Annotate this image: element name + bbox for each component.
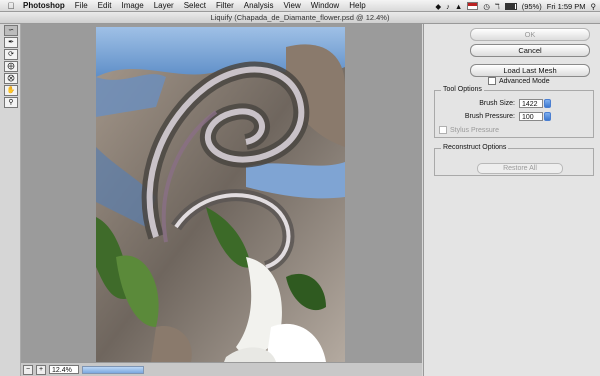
hand-tool-icon[interactable]: ✋ (4, 85, 18, 96)
brush-size-stepper-icon[interactable] (544, 99, 551, 108)
checkbox-box[interactable] (439, 126, 447, 134)
spotlight-icon[interactable]: ⚲ (591, 2, 597, 11)
brush-pressure-stepper-icon[interactable] (544, 112, 551, 121)
zoom-bar: − + 12.4% (21, 362, 422, 376)
flag-icon[interactable] (467, 2, 479, 10)
forward-warp-tool-icon[interactable]: ∽ (4, 25, 18, 36)
tool-column: ∽ ✒ ⟳ ⨁ ⨂ ✋ ⚲ (0, 24, 21, 376)
battery-icon[interactable] (504, 2, 517, 10)
menu-layer[interactable]: Layer (149, 0, 179, 12)
cancel-button[interactable]: Cancel (470, 44, 590, 57)
apple-menu-icon[interactable]:  (4, 1, 18, 11)
reconstruct-options-title: Reconstruct Options (441, 144, 509, 151)
liquify-options-panel: OK Cancel Load Last Mesh Advanced Mode T… (423, 24, 600, 376)
battery-percent: (95%) (521, 1, 542, 11)
brush-size-label: Brush Size: (479, 100, 515, 107)
zoom-tool-icon[interactable]: ⚲ (4, 97, 18, 108)
menu-file[interactable]: File (70, 0, 93, 12)
load-last-mesh-button[interactable]: Load Last Mesh (470, 64, 590, 77)
twirl-tool-icon[interactable]: ⟳ (4, 49, 18, 60)
clock[interactable]: Fri 1:59 PM (547, 2, 586, 11)
brush-size-row: Brush Size: 1422 (435, 99, 551, 108)
advanced-mode-label: Advanced Mode (499, 77, 550, 85)
brush-pressure-label: Brush Pressure: (464, 113, 515, 120)
checkbox-box[interactable] (488, 77, 496, 85)
advanced-mode-checkbox[interactable]: Advanced Mode (488, 77, 550, 85)
tool-options-group: Tool Options Brush Size: 1422 Brush Pres… (434, 86, 594, 138)
wifi-icon[interactable]: ▲ (455, 2, 462, 11)
bloat-tool-icon[interactable]: ⨂ (4, 73, 18, 84)
zoom-out-button[interactable]: − (23, 364, 33, 375)
menu-filter[interactable]: Filter (211, 0, 239, 12)
liquified-image[interactable] (96, 27, 345, 362)
menu-image[interactable]: Image (116, 0, 148, 12)
zoom-progress-bar (82, 365, 144, 374)
restore-all-button[interactable]: Restore All (477, 163, 563, 174)
menu-edit[interactable]: Edit (93, 0, 117, 12)
liquify-canvas-area[interactable] (21, 24, 422, 362)
menu-help[interactable]: Help (344, 0, 370, 12)
tool-options-title: Tool Options (441, 86, 484, 93)
menu-select[interactable]: Select (179, 0, 211, 12)
menu-window[interactable]: Window (306, 0, 344, 12)
reconstruct-tool-icon[interactable]: ✒ (4, 37, 18, 48)
brush-size-field[interactable]: 1422 (519, 99, 543, 108)
speaker-icon[interactable]: ♪ (446, 2, 450, 11)
stylus-pressure-checkbox[interactable]: Stylus Pressure (439, 126, 499, 134)
time-machine-icon[interactable]: ◷ (483, 2, 490, 11)
zoom-level-field[interactable]: 12.4% (49, 365, 79, 374)
bluetooth-icon[interactable]: ℸ (495, 2, 500, 11)
status-area: ◆ ♪ ▲ ◷ ℸ (95%) Fri 1:59 PM ⚲ (435, 0, 596, 12)
zoom-in-button[interactable]: + (36, 364, 46, 375)
ok-button[interactable]: OK (470, 28, 590, 41)
pucker-tool-icon[interactable]: ⨁ (4, 61, 18, 72)
menu-analysis[interactable]: Analysis (239, 0, 279, 12)
brush-pressure-row: Brush Pressure: 100 (435, 112, 551, 121)
window-title: Liquify (Chapada_de_Diamante_flower.psd … (0, 12, 600, 24)
reconstruct-options-group: Reconstruct Options Restore All (434, 144, 594, 176)
stylus-pressure-label: Stylus Pressure (450, 126, 500, 134)
menu-app[interactable]: Photoshop (18, 0, 70, 12)
brush-pressure-field[interactable]: 100 (519, 112, 543, 121)
dropbox-icon[interactable]: ◆ (435, 2, 441, 11)
menu-view[interactable]: View (279, 0, 306, 12)
menu-bar:  Photoshop File Edit Image Layer Select… (0, 0, 600, 12)
